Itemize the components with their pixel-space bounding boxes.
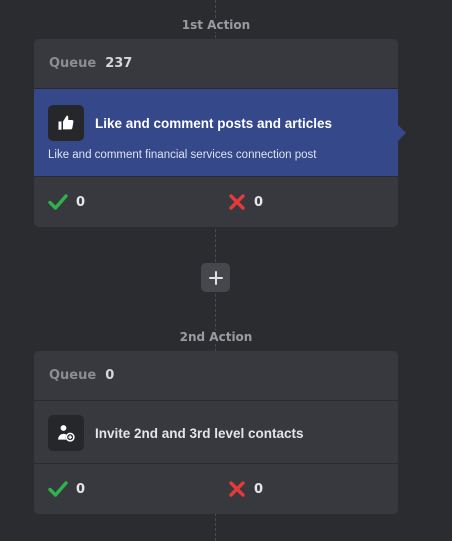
task-title: Invite 2nd and 3rd level contacts — [95, 425, 304, 441]
queue-label: Queue — [49, 368, 97, 383]
action-1-stats: 0 0 — [34, 177, 398, 227]
add-action-button[interactable] — [201, 263, 230, 292]
workflow-canvas: 1st Action Queue 237 Like and comment po… — [0, 0, 452, 541]
action-1-heading-text: 1st Action — [177, 18, 255, 32]
action-2-heading-text: 2nd Action — [175, 330, 257, 344]
success-stat: 0 — [48, 480, 228, 498]
task-description: Like and comment financial services conn… — [48, 149, 317, 161]
action-1-card[interactable]: Queue 237 Like and comment posts and art… — [34, 39, 406, 227]
action-2-stats: 0 0 — [34, 464, 398, 514]
check-icon — [48, 481, 68, 497]
fail-stat: 0 — [228, 480, 263, 498]
queue-value: 237 — [105, 56, 133, 71]
success-count: 0 — [76, 481, 86, 497]
task-title: Like and comment posts and articles — [95, 115, 333, 131]
thumbs-up-icon — [48, 105, 84, 141]
action-2-queue: Queue 0 — [34, 351, 398, 401]
fail-count: 0 — [254, 194, 264, 210]
plus-icon — [208, 270, 223, 285]
action-1-heading: 1st Action — [0, 18, 432, 32]
cross-icon — [229, 481, 245, 497]
action-2-heading: 2nd Action — [0, 330, 432, 344]
queue-value: 0 — [105, 368, 115, 383]
cross-icon — [229, 194, 245, 210]
queue-label: Queue — [49, 56, 97, 71]
action-1-task[interactable]: Like and comment posts and articles Like… — [34, 89, 406, 177]
selection-pointer — [398, 125, 406, 141]
action-1-queue: Queue 237 — [34, 39, 398, 89]
success-stat: 0 — [48, 193, 228, 211]
action-2-task[interactable]: Invite 2nd and 3rd level contacts — [34, 401, 398, 464]
fail-count: 0 — [254, 481, 264, 497]
add-user-icon — [48, 415, 84, 451]
action-2-card[interactable]: Queue 0 Invite 2nd and 3rd level contact… — [34, 351, 398, 514]
fail-stat: 0 — [228, 193, 263, 211]
check-icon — [48, 194, 68, 210]
success-count: 0 — [76, 194, 86, 210]
